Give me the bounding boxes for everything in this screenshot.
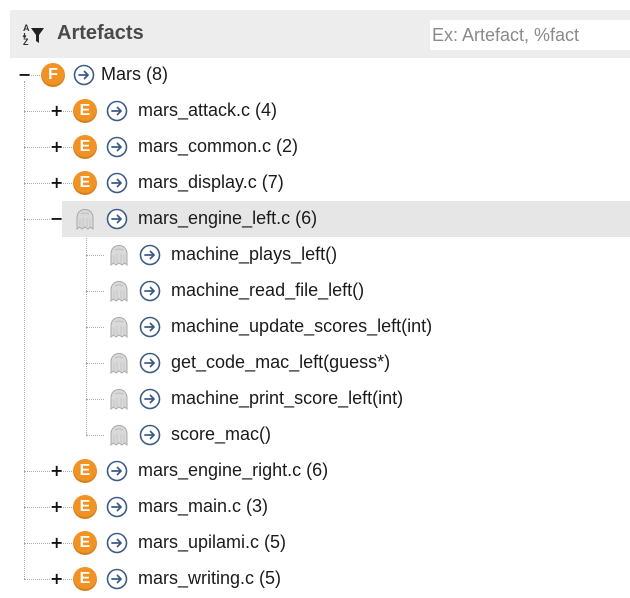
tree-node-label: mars_display.c (7) <box>138 172 284 192</box>
tree-node-label: mars_main.c (3) <box>138 496 269 516</box>
svg-text:A: A <box>23 23 30 33</box>
expand-toggle[interactable]: + <box>50 103 63 119</box>
ghost-icon <box>106 242 132 268</box>
arrow-circle-right-icon[interactable] <box>106 100 128 122</box>
collapse-toggle[interactable]: − <box>18 67 31 83</box>
entity-badge-icon: E <box>73 459 97 483</box>
tree-node-label: mars_upilami.c (5) <box>138 532 287 552</box>
collapse-toggle[interactable]: − <box>50 211 63 227</box>
entity-badge-icon: E <box>73 171 97 195</box>
ghost-icon <box>106 314 132 340</box>
folder-badge-icon: F <box>41 63 65 87</box>
tree-node-label: machine_plays_left() <box>171 244 338 264</box>
arrow-circle-right-icon[interactable] <box>139 280 161 302</box>
arrow-circle-right-icon[interactable] <box>106 568 128 590</box>
arrow-circle-right-icon[interactable] <box>139 244 161 266</box>
tree-connector-line <box>24 81 25 579</box>
expand-toggle[interactable]: + <box>50 499 63 515</box>
expand-toggle[interactable]: + <box>50 463 63 479</box>
ghost-icon <box>106 278 132 304</box>
arrow-circle-right-icon[interactable] <box>106 172 128 194</box>
arrow-circle-right-icon[interactable] <box>139 388 161 410</box>
arrow-circle-right-icon[interactable] <box>106 460 128 482</box>
tree-connector-line <box>86 231 87 435</box>
tree-node-label: mars_engine_right.c (6) <box>138 460 329 480</box>
arrow-circle-right-icon[interactable] <box>139 316 161 338</box>
expand-toggle[interactable]: + <box>50 535 63 551</box>
svg-text:Z: Z <box>23 37 29 47</box>
panel-title: Artefacts <box>57 22 144 44</box>
entity-badge-icon: E <box>73 99 97 123</box>
arrow-circle-right-icon[interactable] <box>106 136 128 158</box>
expand-toggle[interactable]: + <box>50 175 63 191</box>
tree-node-label: mars_engine_left.c (6) <box>138 208 318 228</box>
arrow-circle-right-icon[interactable] <box>106 496 128 518</box>
tree-node-label: Mars (8) <box>101 64 168 84</box>
sort-filter-icon[interactable]: A Z <box>20 22 46 48</box>
arrow-circle-right-icon[interactable] <box>73 64 95 86</box>
ghost-icon <box>106 422 132 448</box>
tree-node-label: machine_read_file_left() <box>171 280 365 300</box>
artefact-tree: − F Mars (8) + Emars_attack.c (4) + Emars_comm… <box>0 58 630 598</box>
arrow-circle-right-icon[interactable] <box>106 208 128 230</box>
tree-node-label: mars_writing.c (5) <box>138 568 282 588</box>
entity-badge-icon: E <box>73 531 97 555</box>
tree-node-label: mars_common.c (2) <box>138 136 299 156</box>
ghost-icon <box>106 386 132 412</box>
ghost-icon <box>72 206 98 232</box>
arrow-circle-right-icon[interactable] <box>139 424 161 446</box>
tree-node-label: machine_print_score_left(int) <box>171 388 404 408</box>
ghost-icon <box>106 350 132 376</box>
arrow-circle-right-icon[interactable] <box>139 352 161 374</box>
entity-badge-icon: E <box>73 495 97 519</box>
artefact-search-input[interactable] <box>430 20 630 50</box>
arrow-circle-right-icon[interactable] <box>106 532 128 554</box>
tree-node-label: get_code_mac_left(guess*) <box>171 352 391 372</box>
expand-toggle[interactable]: + <box>50 139 63 155</box>
artefacts-header: A Z Artefacts <box>10 10 630 58</box>
tree-node-label: mars_attack.c (4) <box>138 100 278 120</box>
expand-toggle[interactable]: + <box>50 571 63 587</box>
entity-badge-icon: E <box>73 135 97 159</box>
entity-badge-icon: E <box>73 567 97 591</box>
tree-node-label: score_mac() <box>171 424 272 444</box>
tree-node-label: machine_update_scores_left(int) <box>171 316 433 336</box>
